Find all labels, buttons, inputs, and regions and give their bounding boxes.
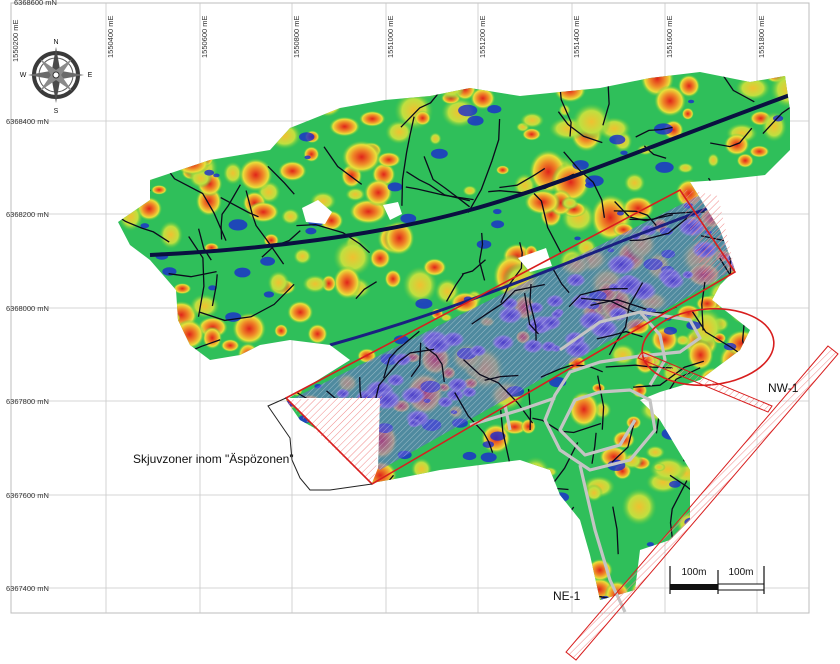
compass-east: E bbox=[88, 72, 93, 79]
easting-label: 1550800 mE bbox=[292, 15, 301, 58]
magnetic-anomaly-field bbox=[118, 72, 790, 600]
easting-label: 1551800 mE bbox=[757, 15, 766, 58]
easting-label: 1551000 mE bbox=[386, 15, 395, 58]
easting-label: 1551400 mE bbox=[572, 15, 581, 58]
northing-label: 6368200 mN bbox=[6, 210, 49, 219]
easting-label: 1550200 mE bbox=[11, 19, 20, 62]
northing-label: 6368000 mN bbox=[6, 304, 49, 313]
scale-bar: 100m 100m bbox=[669, 566, 765, 594]
nw1-label: NW-1 bbox=[768, 381, 799, 395]
northing-label: 6368600 mN bbox=[14, 0, 57, 7]
hatched-zone-west bbox=[286, 396, 382, 485]
northing-label: 6367600 mN bbox=[6, 491, 49, 500]
compass-rose: N S E W bbox=[20, 39, 93, 115]
northing-label: 6367400 mN bbox=[6, 584, 49, 593]
geophysical-map: 1550200 mE 1550400 mE 1550600 mE 1550800 mE… bbox=[6, 0, 839, 661]
easting-label: 1551600 mE bbox=[665, 15, 674, 58]
northing-label: 6368400 mN bbox=[6, 117, 49, 126]
northing-label: 6367800 mN bbox=[6, 397, 49, 406]
scale-label-right: 100m bbox=[728, 567, 753, 578]
scale-label-left: 100m bbox=[681, 567, 706, 578]
easting-label: 1550400 mE bbox=[106, 15, 115, 58]
shear-zone-label: Skjuvzoner inom "Äspözonen" bbox=[133, 452, 294, 466]
compass-west: W bbox=[20, 72, 27, 79]
ne1-label: NE-1 bbox=[553, 589, 581, 603]
easting-label: 1551200 mE bbox=[478, 15, 487, 58]
compass-south: S bbox=[54, 108, 59, 115]
compass-north: N bbox=[53, 39, 58, 46]
easting-label: 1550600 mE bbox=[200, 15, 209, 58]
